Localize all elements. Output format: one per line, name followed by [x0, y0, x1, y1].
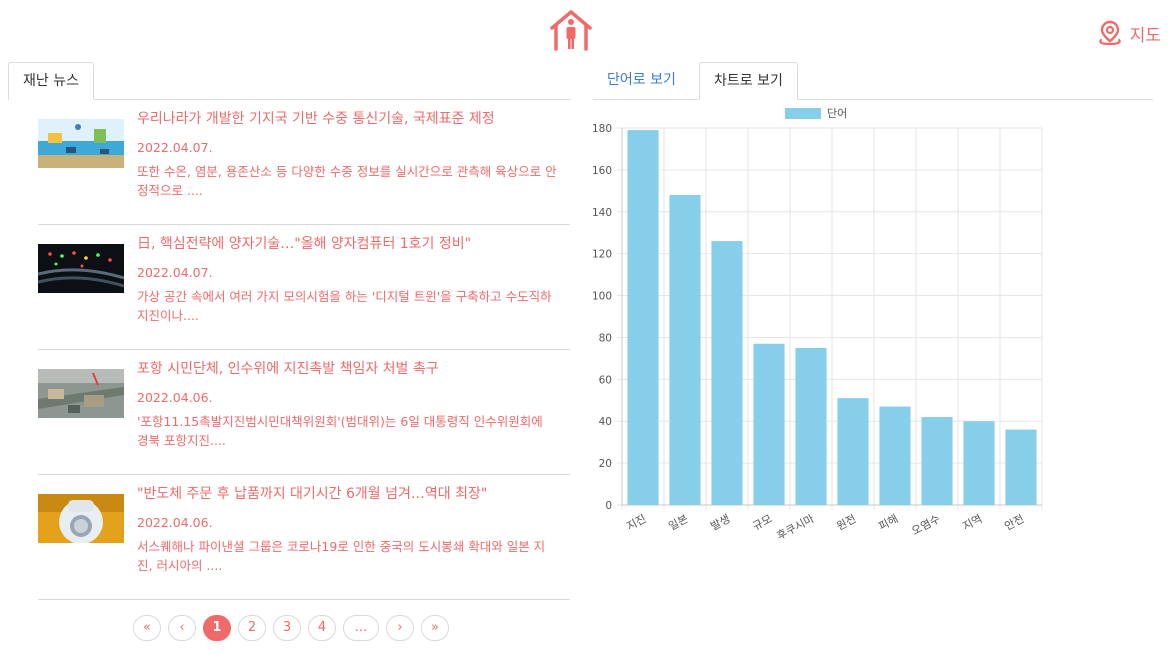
news-date: 2022.04.06. [137, 390, 213, 405]
page-button-2[interactable]: 2 [238, 615, 266, 641]
legend-swatch [785, 108, 821, 119]
tab-chart-view[interactable]: 차트로 보기 [699, 62, 798, 100]
x-tick-label: 규모 [750, 512, 774, 533]
news-title[interactable]: 우리나라가 개발한 기지국 기반 수중 통신기술, 국제표준 제정 [137, 108, 495, 128]
x-tick-label: 원전 [834, 512, 858, 533]
news-thumbnail [38, 119, 124, 168]
map-label: 지도 [1129, 25, 1161, 46]
bar [669, 195, 701, 505]
bar [963, 421, 995, 505]
bar [627, 130, 659, 505]
x-tick-label: 발생 [708, 512, 732, 533]
logo-icon [550, 10, 592, 51]
news-date: 2022.04.06. [137, 515, 213, 530]
page-ellipsis-button[interactable]: ... [343, 615, 379, 641]
news-thumbnail [38, 369, 124, 418]
y-tick-label: 20 [599, 458, 612, 470]
x-tick-label: 지역 [960, 512, 984, 533]
y-tick-label: 140 [592, 207, 612, 219]
tab-disaster-news[interactable]: 재난 뉴스 [8, 62, 94, 100]
page-last-button[interactable]: » [421, 615, 449, 641]
page-button-3[interactable]: 3 [273, 615, 301, 641]
page-next-button[interactable]: › [386, 615, 414, 641]
page-prev-button[interactable]: ‹ [168, 615, 196, 641]
bar [711, 241, 743, 505]
pagination: « ‹ 1 2 3 4 ... › » [133, 615, 456, 641]
page-button-4[interactable]: 4 [308, 615, 336, 641]
news-item[interactable]: "반도체 주문 후 납품까지 대기시간 6개월 넘겨…역대 최장" 2022.0… [38, 475, 570, 600]
news-list: 우리나라가 개발한 기지국 기반 수중 통신기술, 국제표준 제정 2022.0… [38, 100, 570, 600]
y-tick-label: 60 [599, 374, 612, 386]
x-tick-label: 지진 [624, 512, 648, 533]
news-date: 2022.04.07. [137, 140, 213, 155]
news-title[interactable]: 포항 시민단체, 인수위에 지진촉발 책임자 처벌 촉구 [137, 358, 439, 378]
bar [1005, 429, 1037, 505]
news-item[interactable]: 우리나라가 개발한 기지국 기반 수중 통신기술, 국제표준 제정 2022.0… [38, 100, 570, 225]
x-tick-label: 오염수 [909, 512, 942, 538]
y-tick-label: 100 [592, 291, 612, 303]
view-tabs: 단어로 보기 차트로 보기 [593, 62, 1153, 100]
x-tick-label: 후쿠시마 [775, 512, 817, 542]
news-summary: '포항11.15촉발지진범시민대책위원회'(범대위)는 6일 대통령직 인수위원… [137, 414, 543, 448]
legend-label: 단어 [827, 107, 847, 120]
news-thumbnail [38, 244, 124, 293]
word-frequency-chart: 단어 0 20 40 60 80 100 120 140 160 180 지진 일본 발생 규모 후쿠시마 원전… [590, 100, 1060, 550]
bar [921, 417, 953, 505]
page-button-1[interactable]: 1 [203, 615, 231, 641]
bar [795, 347, 827, 505]
bar-chart: 단어 0 20 40 60 80 100 120 140 160 180 지진 일본 발생 규모 후쿠시마 원전… [592, 107, 1043, 543]
news-summary: 가상 공간 속에서 여러 가지 모의시험을 하는 '디지털 트윈'을 구축하고 … [137, 289, 552, 323]
map-link[interactable]: 지도 [1098, 20, 1161, 46]
news-title[interactable]: 日, 핵심전략에 양자기술…"올해 양자컴퓨터 1호기 정비" [137, 233, 471, 253]
bar [837, 398, 869, 505]
y-tick-label: 40 [599, 416, 612, 428]
y-tick-label: 120 [592, 249, 612, 261]
x-tick-label: 안전 [1002, 512, 1026, 533]
news-date: 2022.04.07. [137, 265, 213, 280]
y-tick-label: 160 [592, 165, 612, 177]
news-title[interactable]: "반도체 주문 후 납품까지 대기시간 6개월 넘겨…역대 최장" [137, 483, 487, 503]
bar [879, 406, 911, 505]
news-item[interactable]: 포항 시민단체, 인수위에 지진촉발 책임자 처벌 촉구 2022.04.06.… [38, 350, 570, 475]
news-summary: 또한 수온, 염분, 용존산소 등 다양한 수중 정보를 실시간으로 관측해 육… [137, 164, 557, 198]
news-thumbnail [38, 494, 124, 543]
news-tabs: 재난 뉴스 [8, 62, 571, 100]
y-tick-label: 0 [605, 500, 612, 512]
y-tick-label: 80 [599, 332, 612, 344]
map-pin-icon [1098, 20, 1121, 46]
x-tick-label: 일본 [666, 511, 690, 533]
x-tick-label: 피해 [876, 511, 900, 533]
y-tick-label: 180 [592, 123, 612, 135]
tab-word-view[interactable]: 단어로 보기 [593, 62, 690, 100]
news-summary: 서스퀘해나 파이낸셜 그룹은 코로나19로 인한 중국의 도시봉쇄 확대와 일본… [137, 539, 546, 573]
bar [753, 343, 785, 505]
page-first-button[interactable]: « [133, 615, 161, 641]
news-item[interactable]: 日, 핵심전략에 양자기술…"올해 양자컴퓨터 1호기 정비" 2022.04.… [38, 225, 570, 350]
